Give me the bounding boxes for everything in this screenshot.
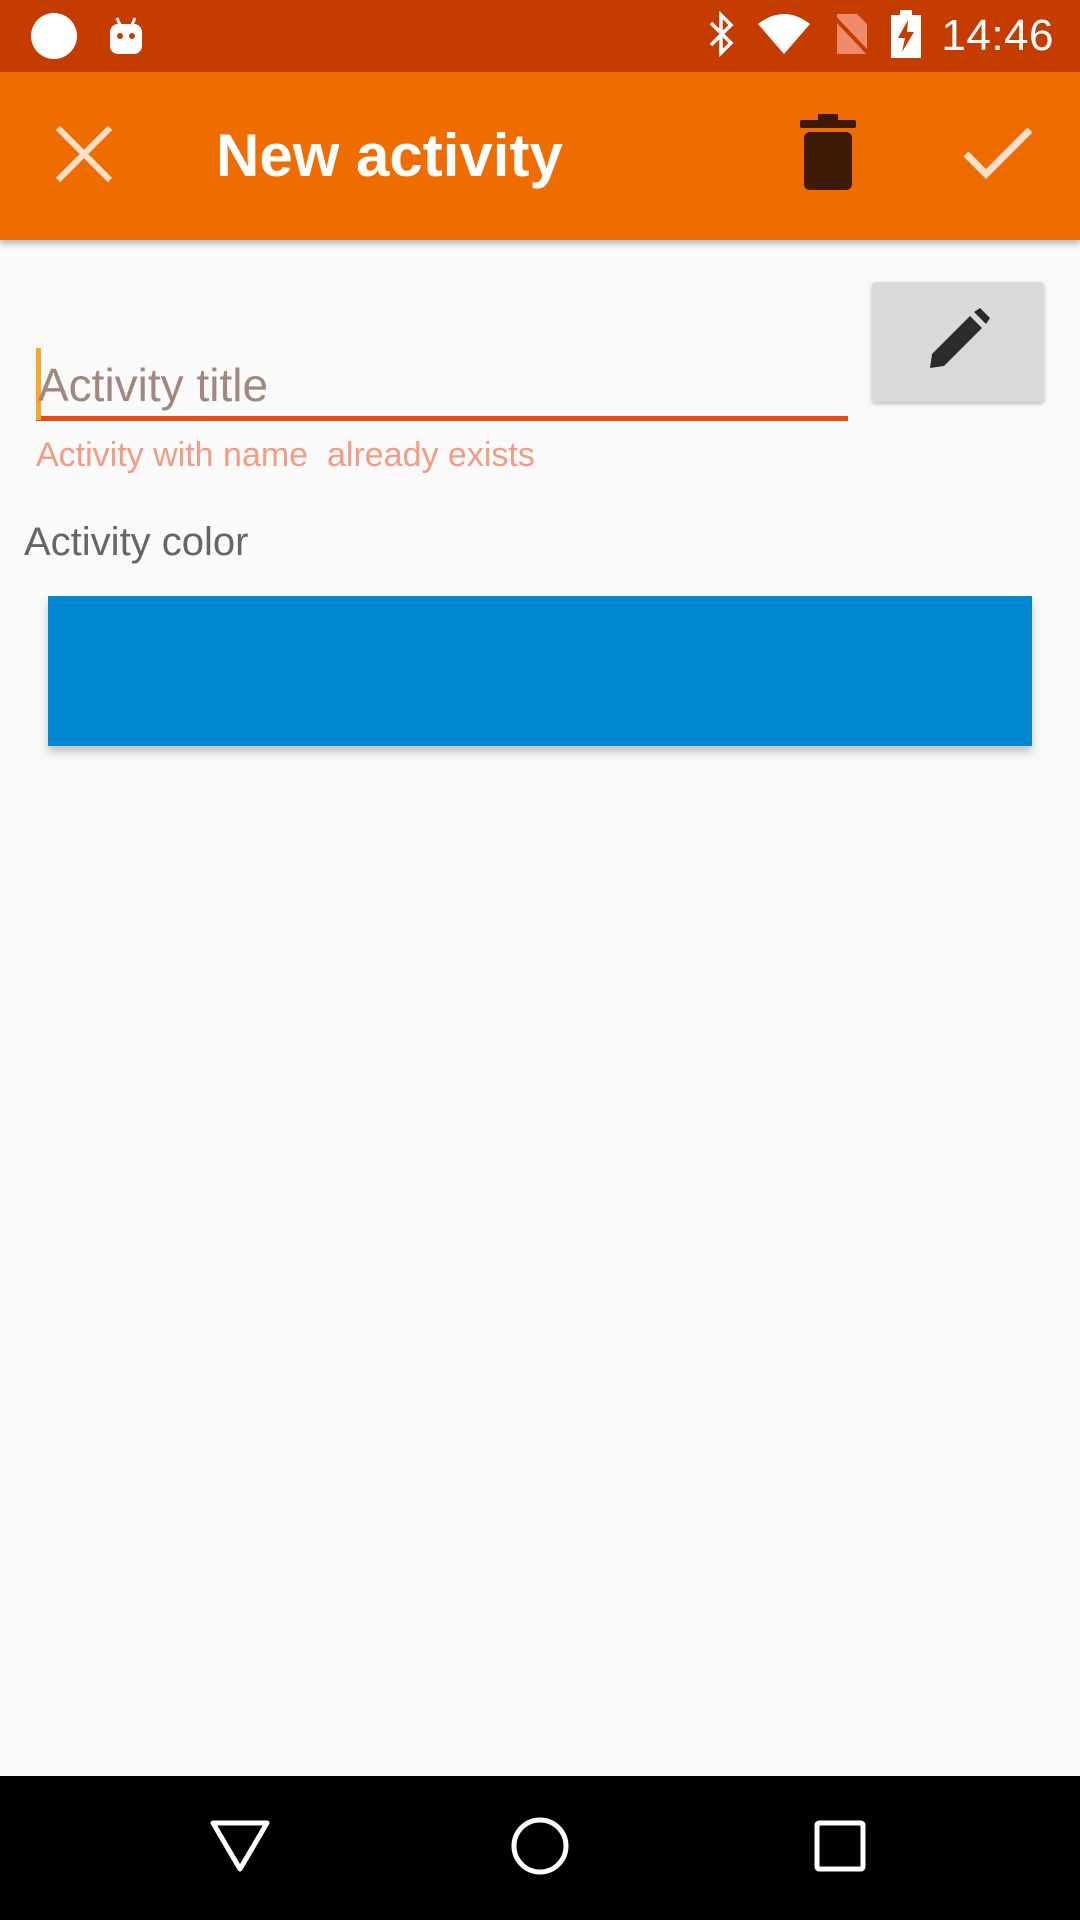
navigation-bar (0, 1776, 1080, 1920)
activity-title-field[interactable] (36, 330, 848, 421)
recents-icon (814, 1820, 866, 1877)
status-time: 14:46 (941, 11, 1054, 60)
activity-color-label: Activity color (24, 520, 249, 564)
bluetooth-icon (707, 10, 737, 62)
status-bar: 14:46 (0, 0, 1080, 72)
delete-button[interactable] (788, 112, 868, 196)
close-button[interactable] (44, 116, 124, 196)
recents-button[interactable] (800, 1808, 880, 1888)
battery-charging-icon (891, 9, 922, 63)
home-button[interactable] (500, 1808, 580, 1888)
page-title: New activity (216, 122, 563, 189)
activity-title-input[interactable] (36, 350, 838, 420)
wifi-icon (757, 12, 811, 61)
back-icon (210, 1820, 270, 1877)
no-sim-icon (831, 12, 871, 61)
check-icon (962, 126, 1034, 187)
back-button[interactable] (200, 1808, 280, 1888)
save-button[interactable] (956, 116, 1040, 196)
pencil-icon (926, 307, 990, 377)
home-icon (510, 1816, 570, 1881)
edit-button[interactable] (872, 282, 1044, 402)
title-error-message: Activity with name already exists (36, 436, 535, 474)
circle-notification-icon (30, 12, 78, 65)
activity-color-swatch[interactable] (48, 596, 1032, 746)
app-bar: New activity (0, 72, 1080, 240)
android-icon (108, 16, 144, 61)
activity-form: Activity with name already exists Activi… (0, 240, 1080, 1776)
close-icon (54, 124, 114, 189)
trash-icon (800, 113, 856, 195)
